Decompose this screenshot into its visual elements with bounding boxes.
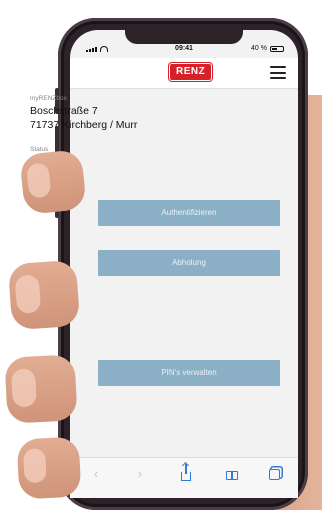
manage-pins-button[interactable]: PIN's verwalten <box>98 360 280 386</box>
renz-logo: RENZ <box>170 64 212 80</box>
finger-middle <box>4 354 78 424</box>
authenticate-button[interactable]: Authentifizieren <box>98 200 280 226</box>
chevron-right-icon[interactable]: › <box>128 464 152 484</box>
status-bar-right: 40 % <box>251 45 284 52</box>
box-street: Boschstraße 7 <box>30 105 98 117</box>
app-header: RENZ <box>70 58 298 89</box>
browser-toolbar: ‹ › <box>70 457 298 498</box>
box-label: myRENZbox <box>30 95 67 102</box>
box-city: 71737 Kirchberg / Murr <box>30 119 138 131</box>
battery-icon <box>270 45 284 52</box>
tabs-icon[interactable] <box>262 464 286 484</box>
photo-stage: 09:41 40 % RENZ myRENZbox Boschstraße 7 … <box>0 0 322 510</box>
phone-notch <box>125 30 243 44</box>
chevron-left-icon[interactable]: ‹ <box>84 464 108 484</box>
share-icon[interactable] <box>174 464 198 484</box>
status-bar: 09:41 40 % <box>70 44 298 58</box>
finger-ring <box>16 436 82 500</box>
pickup-button[interactable]: Abholung <box>98 250 280 276</box>
hamburger-menu-icon[interactable] <box>270 66 286 79</box>
thumb <box>19 148 87 216</box>
book-icon[interactable] <box>220 464 244 484</box>
battery-percentage: 40 % <box>251 45 267 52</box>
finger-index <box>7 259 81 331</box>
